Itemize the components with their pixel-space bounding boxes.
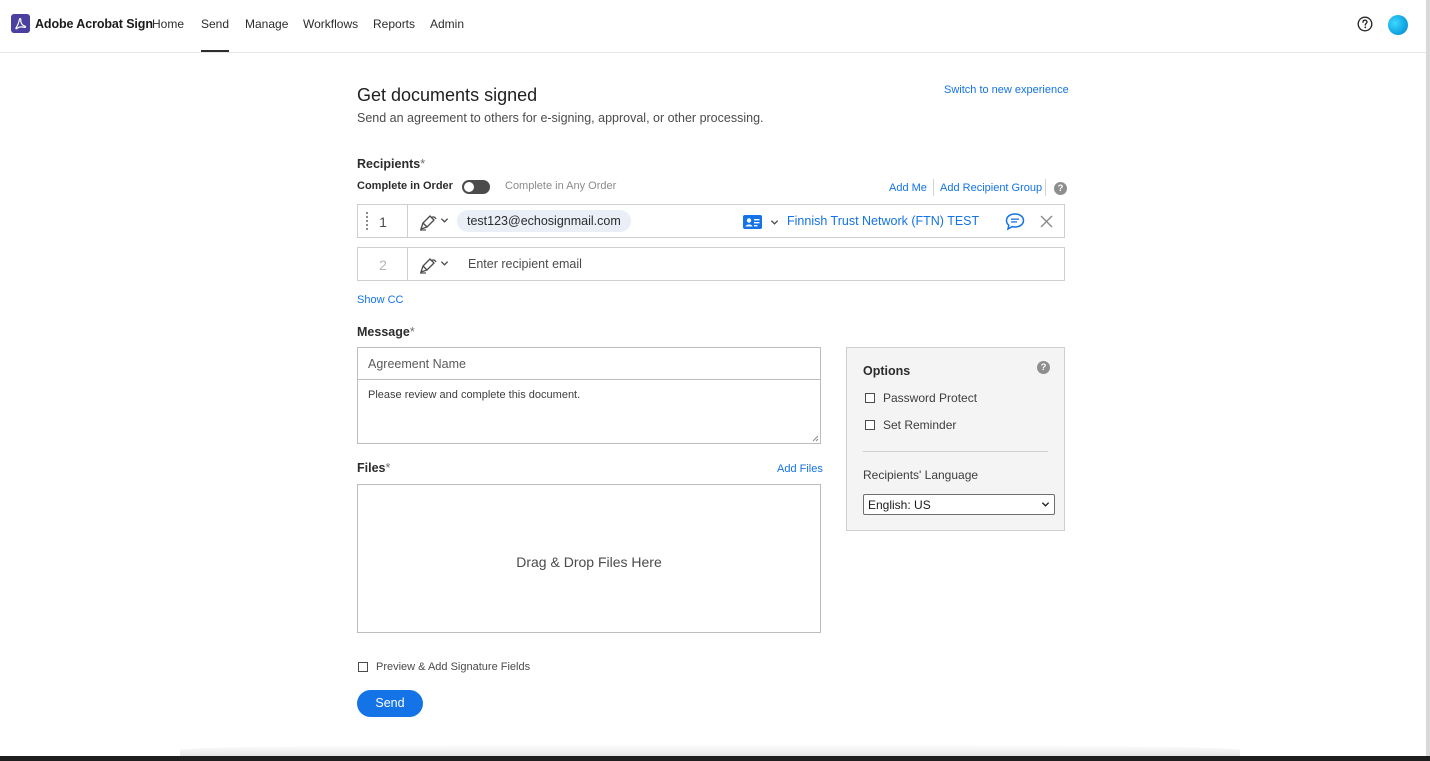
complete-any-order-label: Complete in Any Order — [505, 180, 617, 192]
recipient-email-input[interactable]: Enter recipient email — [468, 257, 582, 271]
resize-grip-icon[interactable] — [812, 435, 819, 442]
send-button[interactable]: Send — [357, 690, 423, 717]
brand[interactable]: Adobe Acrobat Sign — [11, 14, 153, 33]
complete-in-order-label: Complete in Order — [357, 180, 453, 192]
show-cc-link[interactable]: Show CC — [357, 294, 403, 306]
toggle-knob — [464, 182, 474, 192]
nav-manage[interactable]: Manage — [245, 17, 288, 31]
window-frame-bottom — [0, 756, 1430, 761]
nav-home[interactable]: Home — [152, 17, 184, 31]
add-recipient-group-link[interactable]: Add Recipient Group — [940, 182, 1042, 194]
divider — [1045, 179, 1046, 196]
message-label: Message* — [357, 325, 415, 339]
recipient-number: 1 — [379, 214, 387, 230]
recipients-language-label: Recipients' Language — [863, 468, 979, 482]
preview-signature-checkbox[interactable] — [358, 662, 368, 672]
close-icon[interactable] — [1040, 215, 1053, 228]
language-select[interactable]: English: US — [863, 494, 1055, 515]
brand-name: Adobe Acrobat Sign — [35, 16, 153, 31]
set-reminder-label: Set Reminder — [883, 418, 957, 432]
options-panel: Options ? Password Protect Set Reminder … — [846, 347, 1065, 531]
message-bubble-icon[interactable] — [1005, 212, 1025, 231]
file-drop-zone[interactable]: Drag & Drop Files Here — [357, 484, 821, 633]
add-me-link[interactable]: Add Me — [889, 182, 927, 194]
window-frame-right — [1426, 0, 1430, 761]
recipients-label-text: Recipients — [357, 157, 421, 171]
drop-zone-text: Drag & Drop Files Here — [516, 554, 662, 570]
options-title: Options — [863, 364, 911, 378]
chevron-down-icon[interactable] — [770, 218, 779, 227]
nav-send[interactable]: Send — [201, 17, 230, 52]
recipient-number: 2 — [379, 257, 387, 273]
required-mark: * — [385, 461, 391, 475]
required-mark: * — [409, 325, 415, 339]
switch-experience-link[interactable]: Switch to new experience — [944, 84, 1069, 96]
auth-id-card-icon[interactable] — [743, 215, 762, 229]
recipient-number-cell: 2 — [358, 248, 408, 280]
signer-pen-icon[interactable] — [418, 255, 438, 275]
preview-signature-label: Preview & Add Signature Fields — [376, 661, 531, 673]
required-mark: * — [420, 157, 426, 171]
question-icon[interactable]: ? — [1037, 361, 1050, 374]
help-icon[interactable] — [1357, 16, 1373, 32]
avatar[interactable] — [1388, 15, 1408, 35]
acrobat-logo-icon — [11, 14, 30, 33]
language-select-value: English: US — [868, 498, 931, 512]
files-label-text: Files — [357, 461, 386, 475]
signer-pen-icon[interactable] — [418, 212, 438, 232]
set-reminder-checkbox[interactable] — [865, 420, 875, 430]
recipient-number-cell: 1 — [358, 205, 408, 237]
top-nav: Adobe Acrobat Sign Home Send Manage Work… — [0, 0, 1426, 53]
options-divider — [863, 451, 1048, 452]
window-shadow — [180, 744, 1240, 756]
page-title: Get documents signed — [357, 85, 538, 105]
password-protect-checkbox[interactable] — [865, 393, 875, 403]
files-label: Files* — [357, 461, 390, 475]
recipient-row: 2 Enter recipient email — [357, 247, 1065, 281]
question-icon[interactable]: ? — [1054, 182, 1067, 195]
message-textarea[interactable]: Please review and complete this document… — [368, 389, 580, 401]
chevron-down-icon[interactable] — [440, 216, 449, 225]
order-toggle[interactable] — [462, 180, 490, 194]
recipient-row: 1 test123@echosignmail.com Finnish Trust… — [357, 204, 1065, 238]
chevron-down-icon[interactable] — [440, 259, 449, 268]
divider — [933, 179, 934, 196]
nav-workflows[interactable]: Workflows — [303, 17, 358, 31]
auth-method-label[interactable]: Finnish Trust Network (FTN) TEST — [787, 214, 979, 228]
page-subtitle: Send an agreement to others for e-signin… — [357, 111, 764, 125]
add-files-link[interactable]: Add Files — [777, 463, 823, 475]
message-label-text: Message — [357, 325, 410, 339]
chevron-down-icon — [1041, 502, 1050, 507]
password-protect-label: Password Protect — [883, 391, 978, 405]
nav-reports[interactable]: Reports — [373, 17, 415, 31]
recipient-email-chip[interactable]: test123@echosignmail.com — [457, 210, 631, 232]
message-box: Agreement Name Please review and complet… — [357, 347, 821, 444]
agreement-name-input[interactable]: Agreement Name — [358, 348, 820, 380]
nav-admin[interactable]: Admin — [430, 17, 464, 31]
recipients-label: Recipients* — [357, 157, 425, 171]
